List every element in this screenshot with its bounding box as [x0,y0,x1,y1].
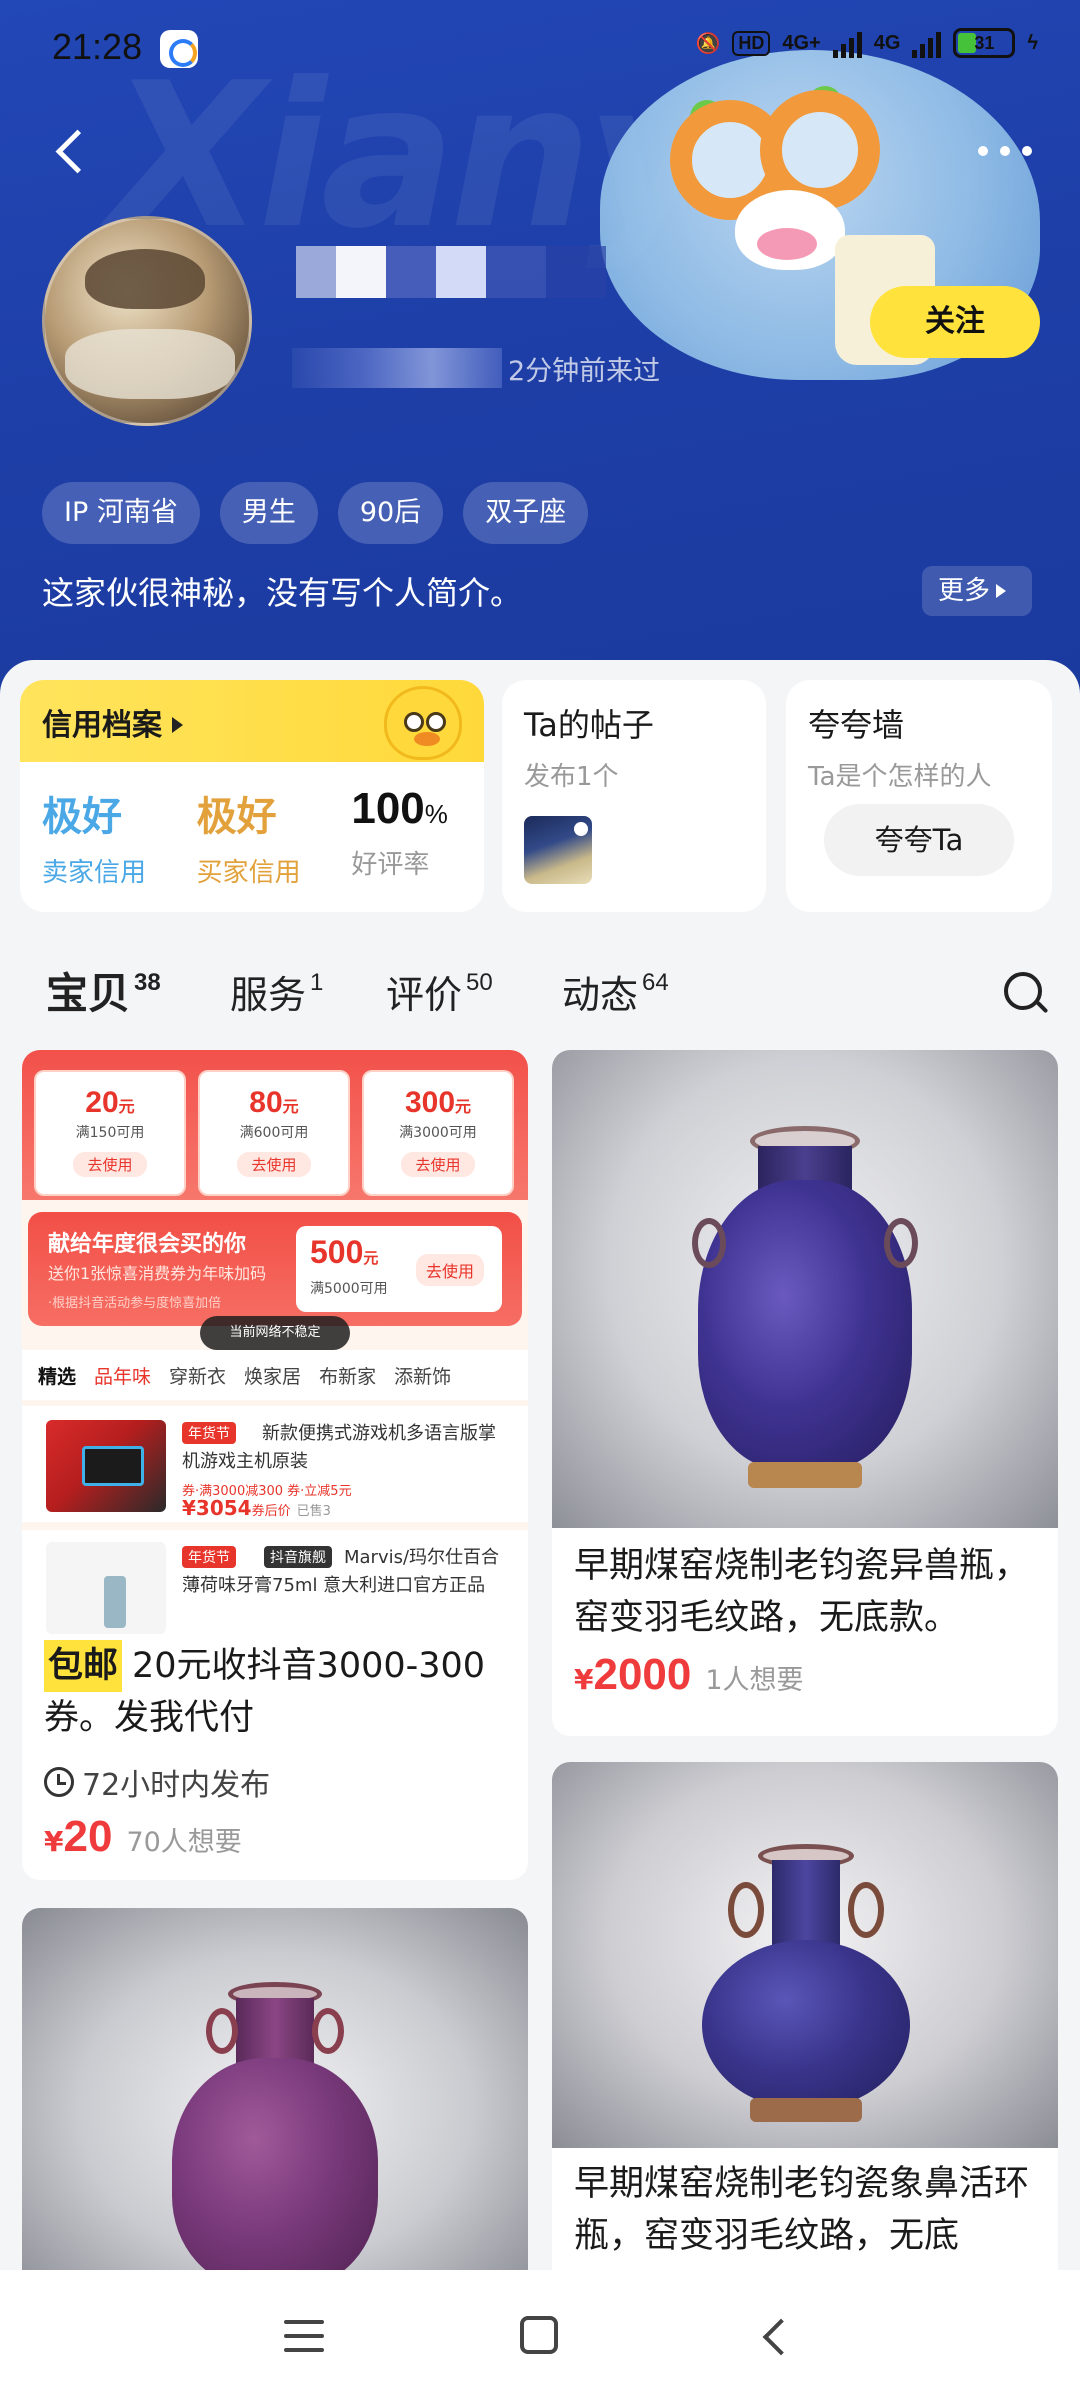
bio-text: 这家伙很神秘，没有写个人简介。 [42,574,523,612]
product-image-vase [22,1908,528,2308]
positive-rate: 100% 好评率 [351,784,448,880]
tag-ip: IP 河南省 [42,482,200,544]
post-thumbnail[interactable] [524,816,592,884]
chick-mascot-icon [370,680,470,768]
mute-icon: 🔕 [695,32,721,55]
more-dots-icon[interactable] [974,130,1038,170]
publish-time: 72小时内发布 [44,1760,270,1804]
posts-title: Ta的帖子 [524,706,654,744]
hd-badge: HD [732,30,771,56]
product-card[interactable]: 20元 满150可用 去使用 80元 满600可用 去使用 300元 满3000… [22,1050,528,1880]
coupon-category-nav: 精选 品年味 穿新衣 焕家居 布新家 添新饰 [22,1350,528,1400]
home-icon[interactable] [520,2316,558,2354]
coupon-list-item: 年货节 抖音旗舰 Marvis/玛尔仕百合薄荷味牙膏75ml 意大利进口官方正品 [22,1530,528,1636]
app-notification-icon [160,30,198,68]
network-label-1: 4G+ [782,31,821,54]
product-image-vase [552,1762,1058,2148]
seller-credit: 极好 卖家信用 [42,794,147,888]
last-seen-text: 2分钟前来过 [508,355,661,387]
mascot-nose [757,228,817,260]
status-time: 21:28 [52,26,143,67]
credit-card[interactable]: 信用档案 极好 卖家信用 极好 买家信用 100% 好评率 [20,680,484,912]
coupon-list-item: 年货节 新款便携式游戏机多语言版掌机游戏主机原装 券·满3000减300 券·立… [22,1406,528,1522]
network-label-2: 4G [873,31,901,54]
more-button[interactable]: 更多 [922,566,1032,616]
back-icon[interactable] [48,126,94,180]
signal-icon [912,28,942,58]
last-seen: 2分钟前来过 [292,348,660,388]
tab-items[interactable]: 宝贝 38 [46,960,161,1025]
tag-age: 90后 [337,482,444,544]
coupon-tile: 20元 满150可用 去使用 [34,1070,186,1196]
tab-bar: 宝贝 38 服务 1 评价 50 动态 64 [0,960,1080,1040]
status-bar: 21:28 🔕 HD 4G+ 4G 31 ϟ [0,0,1080,96]
profile-tags: IP 河南省 男生 90后 双子座 [42,482,589,544]
product-title: 早期煤窑烧制老钧瓷异兽瓶，窑变羽毛纹路，无底款。 [574,1546,1030,1638]
triangle-right-icon [172,717,183,733]
praise-subtitle: Ta是个怎样的人 [808,762,992,792]
avatar[interactable] [42,216,252,426]
clock-icon [44,1767,74,1797]
tag-zodiac: 双子座 [463,482,589,544]
free-shipping-badge: 包邮 [44,1640,123,1692]
username-redacted [296,246,606,298]
toothpaste-product-image [46,1542,166,1634]
buyer-credit: 极好 买家信用 [196,794,301,888]
nav-back-icon[interactable] [760,2318,790,2354]
last-seen-redacted [292,348,502,388]
gift-coupon-banner: 献给年度很会买的你 送你1张惊喜消费券为年味加码 ·根据抖音活动参与度惊喜加倍 … [28,1212,522,1326]
product-title: 早期煤窑烧制老钧瓷象鼻活环瓶，窑变羽毛纹路，无底 [574,2164,1030,2256]
coupon-tile: 80元 满600可用 去使用 [198,1070,350,1196]
posts-subtitle: 发布1个 [524,762,619,792]
follow-button[interactable]: 关注 [870,286,1040,358]
network-toast: 当前网络不稳定 [200,1316,350,1350]
product-image-coupon: 20元 满150可用 去使用 80元 满600可用 去使用 300元 满3000… [22,1050,528,1636]
profile-header: Xianyu 21:28 🔕 HD 4G+ 4G 31 ϟ 2分钟前来过 关注 … [0,0,1080,700]
tab-services[interactable]: 服务 1 [230,964,323,1019]
triangle-right-icon [996,584,1007,598]
search-icon[interactable] [1004,972,1050,1018]
product-title: 包邮 20元收抖音3000-300券。发我代付 [44,1640,510,1744]
status-icons: 🔕 HD 4G+ 4G 31 ϟ [695,28,1038,58]
product-price: ¥2000 1人想要 [574,1650,804,1699]
tab-reviews[interactable]: 评价 50 [386,964,493,1019]
coupon-tile: 300元 满3000可用 去使用 [362,1070,514,1196]
posts-card[interactable]: Ta的帖子 发布1个 [502,680,766,912]
product-card[interactable] [22,1908,528,2308]
product-card[interactable]: 早期煤窑烧制老钧瓷异兽瓶，窑变羽毛纹路，无底款。 ¥2000 1人想要 [552,1050,1058,1736]
console-product-image [46,1420,166,1512]
charging-icon: ϟ [1027,31,1038,54]
product-card[interactable]: 早期煤窑烧制老钧瓷象鼻活环瓶，窑变羽毛纹路，无底 [552,1762,1058,2322]
battery-icon: 31 [953,28,1016,58]
system-nav-bar [0,2270,1080,2400]
signal-icon [832,28,862,58]
product-price: ¥20 70人想要 [44,1812,242,1861]
menu-icon[interactable] [284,2320,324,2354]
product-image-vase [552,1050,1058,1528]
tag-gender: 男生 [219,482,318,544]
tab-activity[interactable]: 动态 64 [562,964,669,1019]
praise-button[interactable]: 夸夸Ta [824,804,1014,876]
praise-title: 夸夸墙 [808,706,905,744]
praise-wall-card[interactable]: 夸夸墙 Ta是个怎样的人 夸夸Ta [786,680,1052,912]
